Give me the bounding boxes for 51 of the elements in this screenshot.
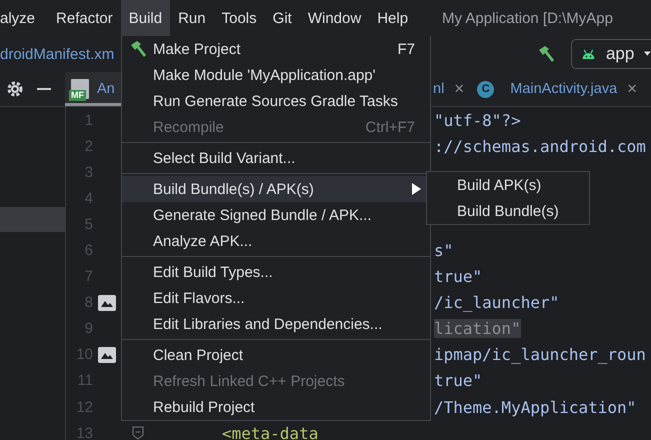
menu-item[interactable]: Help [369, 0, 416, 36]
menu-entry[interactable]: Run Generate Sources Gradle Tasks [122, 88, 430, 114]
run-config-label: app [606, 44, 634, 64]
code-text: ://schemas.android.com [434, 136, 646, 156]
manifest-file-icon: MF [71, 79, 89, 99]
shortcut-label: F7 [397, 40, 415, 58]
menu-entry[interactable]: Make Project F7 [122, 36, 430, 62]
menu-item[interactable]: Git [264, 0, 300, 36]
menu-entry[interactable]: Edit Flavors... [122, 285, 430, 311]
menu-entry[interactable]: Clean Project [122, 342, 430, 368]
code-text: true" [434, 267, 482, 286]
code-text: ipmap/ic_launcher_roun [434, 345, 646, 364]
submenu-arrow-icon [412, 183, 421, 195]
menu-item[interactable]: Window [300, 0, 370, 36]
class-icon: C [477, 80, 494, 98]
menu-entry[interactable]: Analyze APK... [122, 228, 430, 254]
menu-item[interactable]: Run [170, 0, 214, 36]
code-text: s" [434, 241, 454, 260]
window-title: My Application [D:\MyApp [441, 8, 613, 28]
image-icon [98, 294, 116, 311]
hammer-icon[interactable] [537, 45, 555, 63]
code-text: /ic_launcher" [434, 293, 560, 312]
image-icon [98, 346, 116, 363]
gear-icon [6, 80, 24, 98]
menu-entry[interactable]: Rebuild Project [122, 394, 430, 420]
fold-icon [132, 426, 144, 440]
code-text: /Theme.MyApplication" [434, 398, 636, 417]
run-config-dropdown[interactable]: app [571, 39, 651, 69]
code-text: lication" [434, 319, 521, 338]
editor-tab[interactable]: C MainActivity.java × [468, 72, 642, 106]
code-text: <meta-data [222, 424, 318, 440]
menu-entry[interactable]: Select Build Variant... [122, 145, 430, 171]
menu-entry[interactable]: Make Module 'MyApplication.app' [122, 62, 430, 88]
close-icon[interactable]: × [627, 79, 638, 99]
hammer-icon [128, 40, 146, 58]
breadcrumb[interactable]: droidManifest.xm [0, 46, 114, 62]
menu-item[interactable]: Build [120, 0, 170, 36]
menu-entry[interactable]: Edit Libraries and Dependencies... [122, 311, 430, 337]
caret-icon [644, 51, 651, 57]
code-text: true" [434, 371, 482, 390]
menu-entry[interactable]: Generate Signed Bundle / APK... [122, 202, 430, 228]
menu-entry[interactable]: Build Bundle(s) [427, 198, 589, 224]
close-icon[interactable]: × [454, 79, 464, 99]
menu-entry[interactable]: Build APK(s) [427, 172, 589, 198]
minimize-icon [37, 88, 51, 90]
menu-item[interactable]: Refactor [48, 0, 121, 36]
menu-entry[interactable]: Edit Build Types... [122, 259, 430, 285]
menu-item[interactable]: Tools [214, 0, 265, 36]
code-text: "utf-8"?> [434, 110, 521, 130]
menu-item[interactable]: alyze [0, 0, 44, 36]
shortcut-label: Ctrl+F7 [365, 118, 415, 136]
